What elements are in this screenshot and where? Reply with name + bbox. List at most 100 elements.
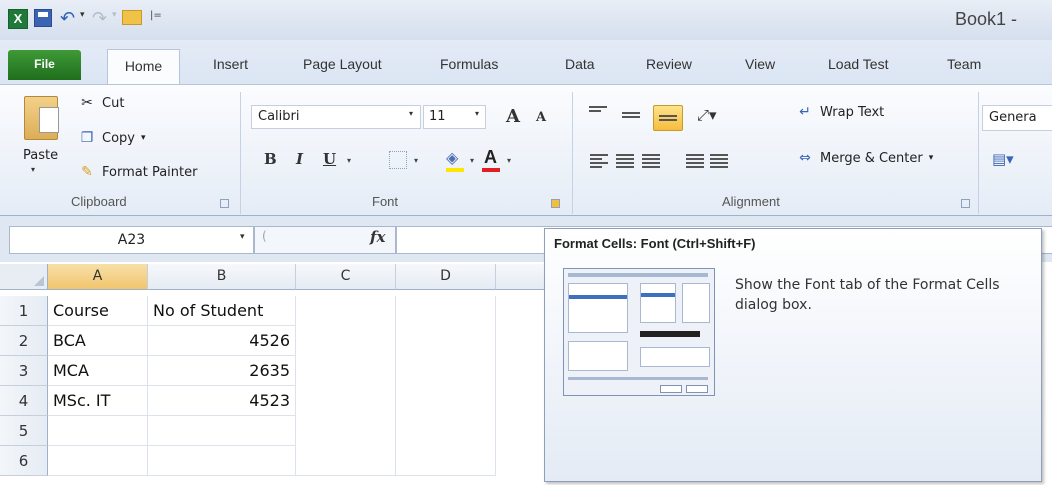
copy-label: Copy bbox=[102, 130, 135, 146]
cell-a5[interactable] bbox=[48, 416, 148, 446]
column-header-a[interactable]: A bbox=[48, 264, 148, 290]
paintbrush-icon: ✎ bbox=[81, 164, 93, 180]
column-header-b[interactable]: B bbox=[148, 264, 296, 290]
row-header[interactable]: 3 bbox=[0, 356, 48, 386]
cell-b3[interactable]: 2635 bbox=[148, 356, 296, 386]
redo-dropdown-icon[interactable]: ▾ bbox=[112, 10, 117, 20]
number-format-field[interactable]: Genera bbox=[982, 105, 1052, 131]
paste-dropdown-icon[interactable]: ▾ bbox=[31, 165, 35, 174]
formula-expand-icon[interactable]: ( bbox=[262, 229, 267, 243]
row-header[interactable]: 2 bbox=[0, 326, 48, 356]
alignment-group-label: Alignment bbox=[722, 194, 780, 209]
tab-review[interactable]: Review bbox=[646, 56, 692, 72]
wrap-text-icon: ↵ bbox=[799, 104, 811, 120]
merge-center-button[interactable]: ⇔ Merge & Center ▾ bbox=[796, 150, 933, 166]
align-right-icon[interactable] bbox=[642, 154, 660, 168]
copy-dropdown-icon[interactable]: ▾ bbox=[141, 133, 146, 143]
alignment-launcher-icon[interactable] bbox=[961, 199, 970, 208]
row-header[interactable]: 5 bbox=[0, 416, 48, 446]
font-size-dropdown-icon[interactable]: ▾ bbox=[475, 109, 479, 118]
borders-icon[interactable] bbox=[389, 151, 407, 169]
paste-icon[interactable] bbox=[24, 96, 59, 140]
format-painter-button[interactable]: ✎ Format Painter bbox=[78, 164, 197, 180]
row-header[interactable]: 4 bbox=[0, 386, 48, 416]
font-color-icon[interactable]: A bbox=[484, 147, 497, 168]
name-box-dropdown-icon[interactable]: ▾ bbox=[240, 232, 245, 242]
paste-button[interactable]: Paste bbox=[23, 148, 58, 163]
tab-view[interactable]: View bbox=[745, 56, 775, 72]
orientation-icon[interactable]: ⤢▾ bbox=[697, 106, 717, 124]
borders-dropdown-icon[interactable]: ▾ bbox=[414, 156, 418, 165]
align-top-icon[interactable] bbox=[589, 106, 607, 120]
merge-dropdown-icon[interactable]: ▾ bbox=[929, 153, 934, 163]
group-divider bbox=[572, 92, 573, 214]
align-left-icon[interactable] bbox=[590, 154, 608, 168]
select-all-button[interactable] bbox=[0, 264, 48, 290]
cell-b1[interactable]: No of Student bbox=[148, 296, 296, 326]
undo-dropdown-icon[interactable]: ▾ bbox=[80, 10, 85, 20]
undo-icon[interactable]: ↶ bbox=[60, 8, 75, 29]
decrease-indent-icon[interactable] bbox=[686, 154, 704, 168]
customize-qat-button[interactable]: |= bbox=[150, 10, 162, 21]
grow-font-button[interactable]: A bbox=[506, 106, 520, 127]
cell-a3[interactable]: MCA bbox=[48, 356, 148, 386]
font-color-dropdown-icon[interactable]: ▾ bbox=[507, 156, 511, 165]
group-divider bbox=[978, 92, 979, 214]
insert-function-icon[interactable]: fx bbox=[370, 228, 385, 246]
row-header[interactable]: 1 bbox=[0, 296, 48, 326]
shrink-font-button[interactable]: A bbox=[536, 110, 546, 125]
tab-team[interactable]: Team bbox=[947, 56, 981, 72]
group-divider bbox=[240, 92, 241, 214]
underline-dropdown-icon[interactable]: ▾ bbox=[347, 156, 351, 165]
redo-icon[interactable]: ↷ bbox=[92, 8, 107, 29]
increase-indent-icon[interactable] bbox=[710, 154, 728, 168]
column-header-d[interactable]: D bbox=[396, 264, 496, 290]
cell-b6[interactable] bbox=[148, 446, 296, 476]
cell-a1[interactable]: Course bbox=[48, 296, 148, 326]
italic-button[interactable]: I bbox=[296, 150, 303, 168]
cut-button[interactable]: ✂ Cut bbox=[78, 95, 124, 111]
name-box[interactable]: A23 bbox=[9, 226, 254, 254]
tab-load-test[interactable]: Load Test bbox=[828, 56, 888, 72]
clipboard-group-label: Clipboard bbox=[71, 194, 127, 209]
tab-data[interactable]: Data bbox=[565, 56, 595, 72]
clipboard-launcher-icon[interactable] bbox=[220, 199, 229, 208]
fill-color-swatch bbox=[446, 168, 464, 172]
merge-icon: ⇔ bbox=[799, 150, 811, 166]
tab-page-layout[interactable]: Page Layout bbox=[303, 56, 382, 72]
column-header-c[interactable]: C bbox=[296, 264, 396, 290]
cell-b5[interactable] bbox=[148, 416, 296, 446]
scissors-icon: ✂ bbox=[81, 95, 93, 111]
cell-b4[interactable]: 4523 bbox=[148, 386, 296, 416]
accounting-format-icon[interactable]: ▤▾ bbox=[992, 150, 1014, 168]
align-bottom-icon bbox=[659, 115, 677, 129]
tab-file[interactable]: File bbox=[8, 50, 81, 80]
align-middle-icon[interactable] bbox=[622, 112, 640, 126]
copy-button[interactable]: ❐ Copy ▾ bbox=[78, 130, 146, 146]
align-center-icon[interactable] bbox=[616, 154, 634, 168]
cell-a4[interactable]: MSc. IT bbox=[48, 386, 148, 416]
font-name-field[interactable]: Calibri bbox=[251, 105, 421, 129]
font-launcher-icon[interactable] bbox=[551, 199, 560, 208]
row-header[interactable]: 6 bbox=[0, 446, 48, 476]
tab-insert[interactable]: Insert bbox=[213, 56, 248, 72]
tab-home[interactable]: Home bbox=[107, 49, 180, 85]
column-d-cells[interactable] bbox=[396, 296, 496, 476]
fill-color-icon[interactable]: ◈ bbox=[446, 148, 458, 167]
cell-a2[interactable]: BCA bbox=[48, 326, 148, 356]
column-header-e[interactable] bbox=[496, 264, 546, 290]
excel-logo-icon[interactable]: X bbox=[8, 9, 28, 29]
wrap-text-button[interactable]: ↵ Wrap Text bbox=[796, 104, 884, 120]
save-icon[interactable] bbox=[34, 9, 52, 27]
cell-b2[interactable]: 4526 bbox=[148, 326, 296, 356]
font-name-dropdown-icon[interactable]: ▾ bbox=[409, 109, 413, 118]
wrap-text-label: Wrap Text bbox=[820, 104, 885, 120]
bold-button[interactable]: B bbox=[264, 150, 277, 168]
font-group-label: Font bbox=[372, 194, 399, 209]
column-c-cells[interactable] bbox=[296, 296, 396, 476]
tab-formulas[interactable]: Formulas bbox=[440, 56, 498, 72]
underline-button[interactable]: U bbox=[323, 150, 336, 168]
cell-a6[interactable] bbox=[48, 446, 148, 476]
open-folder-icon[interactable] bbox=[122, 10, 142, 25]
fill-color-dropdown-icon[interactable]: ▾ bbox=[470, 156, 474, 165]
